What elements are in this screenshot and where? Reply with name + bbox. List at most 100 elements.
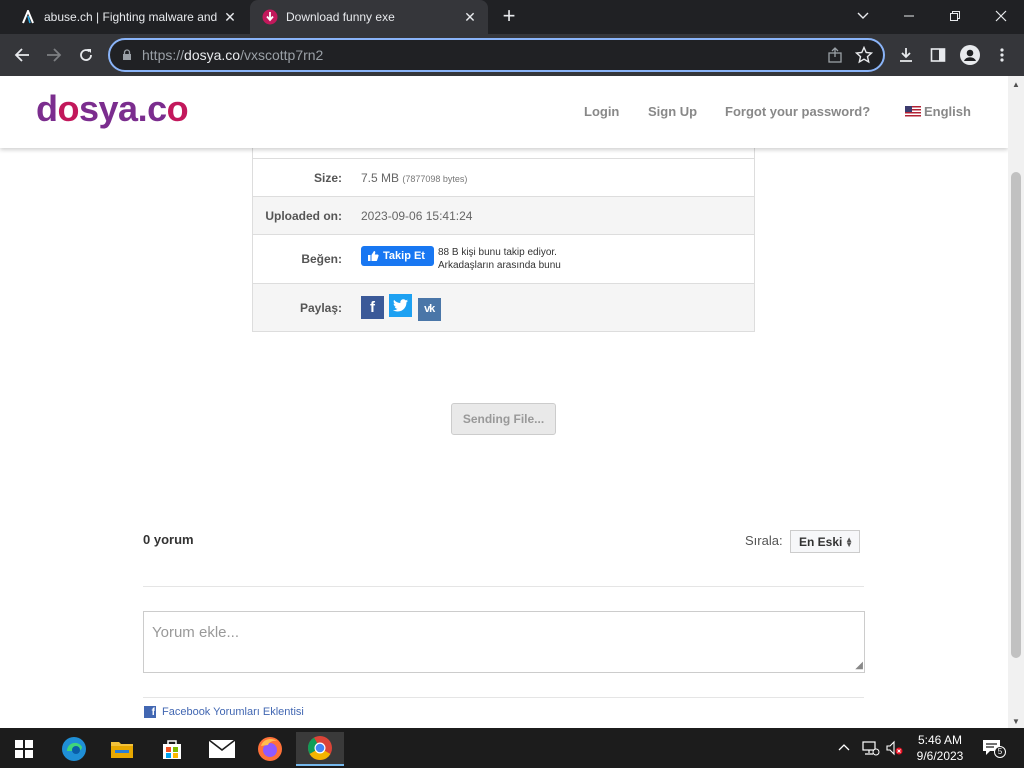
close-icon[interactable]: ✕ <box>460 7 480 27</box>
page-content: dosya.co Login Sign Up Forgot your passw… <box>0 76 1008 728</box>
facebook-comments-plugin-link[interactable]: f Facebook Yorumları Eklentisi <box>144 706 304 718</box>
signup-link[interactable]: Sign Up <box>648 104 697 119</box>
sort-value: En Eski <box>799 534 843 549</box>
close-icon <box>995 10 1007 22</box>
comment-placeholder: Yorum ekle... <box>152 624 239 641</box>
chevron-up-icon <box>838 744 850 751</box>
follow-text-line: 88 B kişi bunu takip ediyor. <box>437 247 557 258</box>
scroll-up-icon[interactable]: ▲ <box>1012 80 1020 89</box>
language-label: English <box>924 104 971 119</box>
table-row: Paylaş: f vk <box>253 283 754 331</box>
table-row: Uploaded on: 2023-09-06 15:41:24 <box>253 196 754 234</box>
size-value: 7.5 MB (7877098 bytes) <box>353 171 754 185</box>
tab-abuse-ch[interactable]: abuse.ch | Fighting malware and ✕ <box>8 0 248 34</box>
volume-status[interactable] <box>886 740 904 759</box>
taskbar-store[interactable] <box>148 732 196 766</box>
language-selector[interactable]: English <box>905 104 971 119</box>
scrollbar-thumb[interactable] <box>1011 172 1021 658</box>
forward-button[interactable] <box>42 43 66 67</box>
follow-count-text: 88 B kişi bunu takip ediyor. Arkadaşların… <box>438 246 561 272</box>
tab-title: Download funny exe <box>286 10 395 24</box>
clock-date: 9/6/2023 <box>916 749 964 763</box>
comments-count: 0 yorum <box>143 532 194 547</box>
table-row: Beğen: Takip Et 88 B kişi bunu takip edi… <box>253 234 754 283</box>
start-button[interactable] <box>0 732 48 766</box>
divider <box>143 697 864 698</box>
show-hidden-icons[interactable] <box>838 740 850 754</box>
chevron-down-icon <box>857 12 869 19</box>
profile-avatar-icon <box>960 45 980 65</box>
tab-search-button[interactable] <box>840 0 886 32</box>
sending-file-button[interactable]: Sending File... <box>451 403 556 435</box>
vk-icon[interactable]: vk <box>417 297 441 321</box>
facebook-icon[interactable]: f <box>361 296 384 320</box>
site-logo[interactable]: dosya.co <box>36 88 189 130</box>
divider <box>143 586 864 587</box>
share-icon[interactable] <box>827 47 843 68</box>
taskbar-file-explorer[interactable] <box>98 732 146 766</box>
notification-count: 5 <box>994 746 1006 758</box>
logo-text: o <box>166 88 189 129</box>
edge-icon <box>62 737 86 761</box>
menu-button[interactable] <box>990 43 1014 67</box>
bookmark-star-icon[interactable] <box>854 45 874 69</box>
arrow-right-icon <box>47 48 62 62</box>
browser-titlebar: abuse.ch | Fighting malware and ✕ Downlo… <box>0 0 1024 34</box>
taskbar-firefox[interactable] <box>246 732 294 766</box>
address-bar[interactable]: https://dosya.co/vxscottp7rn2 <box>108 38 885 72</box>
close-window-button[interactable] <box>978 0 1024 32</box>
logo-text: d <box>36 88 58 129</box>
comment-input[interactable]: Yorum ekle... ◢ <box>143 611 865 673</box>
thumbs-up-icon <box>368 251 379 261</box>
close-icon[interactable]: ✕ <box>220 7 240 27</box>
firefox-icon <box>258 737 282 761</box>
profile-button[interactable] <box>958 43 982 67</box>
reload-button[interactable] <box>74 43 98 67</box>
browser-toolbar: https://dosya.co/vxscottp7rn2 <box>0 34 1024 76</box>
facebook-follow-button[interactable]: Takip Et <box>361 246 434 266</box>
sort-select[interactable]: En Eski ▲ ▼ <box>790 530 860 553</box>
forgot-password-link[interactable]: Forgot your password? <box>725 104 870 119</box>
network-status[interactable] <box>862 740 880 759</box>
system-clock[interactable]: 5:46 AM 9/6/2023 <box>910 732 970 764</box>
logo-text: o <box>57 88 80 129</box>
downloads-button[interactable] <box>894 43 918 67</box>
login-link[interactable]: Login <box>584 104 619 119</box>
url-scheme: https:// <box>142 47 185 63</box>
dosya-logo-icon <box>262 9 278 25</box>
taskbar-mail[interactable] <box>198 732 246 766</box>
taskbar-edge[interactable] <box>50 732 98 766</box>
clock-time: 5:46 AM <box>917 733 963 747</box>
follow-label: Takip Et <box>383 250 425 262</box>
resize-handle-icon[interactable]: ◢ <box>855 660 863 671</box>
lock-icon[interactable] <box>122 48 132 66</box>
kebab-menu-icon <box>1000 48 1004 62</box>
page-scrollbar[interactable]: ▲ ▼ <box>1008 76 1024 728</box>
volume-muted-icon <box>886 740 903 756</box>
tab-title: abuse.ch | Fighting malware and <box>44 10 218 24</box>
url-text[interactable]: https://dosya.co/vxscottp7rn2 <box>142 47 323 63</box>
sort-arrows-icon: ▲ ▼ <box>845 535 853 549</box>
scroll-down-icon[interactable]: ▼ <box>1012 717 1020 726</box>
logo-text: sya.c <box>79 88 167 129</box>
back-button[interactable] <box>10 43 34 67</box>
notification-center[interactable]: 5 <box>982 738 1006 761</box>
share-buttons: f vk <box>353 294 754 321</box>
taskbar-chrome[interactable] <box>296 732 344 766</box>
network-icon <box>862 741 880 756</box>
minimize-icon <box>904 15 914 17</box>
download-icon <box>900 48 912 62</box>
restore-button[interactable] <box>932 0 978 32</box>
size-bytes: (7877098 bytes) <box>402 173 468 184</box>
side-panel-button[interactable] <box>926 43 950 67</box>
tab-download-funny-exe[interactable]: Download funny exe ✕ <box>250 0 488 34</box>
minimize-button[interactable] <box>886 0 932 32</box>
site-header: dosya.co Login Sign Up Forgot your passw… <box>0 76 1008 148</box>
side-panel-icon <box>930 48 946 62</box>
restore-icon <box>950 11 960 21</box>
windows-taskbar: 5:46 AM 9/6/2023 5 <box>0 728 1024 768</box>
mail-icon <box>209 740 235 758</box>
twitter-icon[interactable] <box>389 294 413 318</box>
file-info-table: Size: 7.5 MB (7877098 bytes) Uploaded on… <box>252 138 755 332</box>
new-tab-button[interactable]: + <box>498 5 520 28</box>
